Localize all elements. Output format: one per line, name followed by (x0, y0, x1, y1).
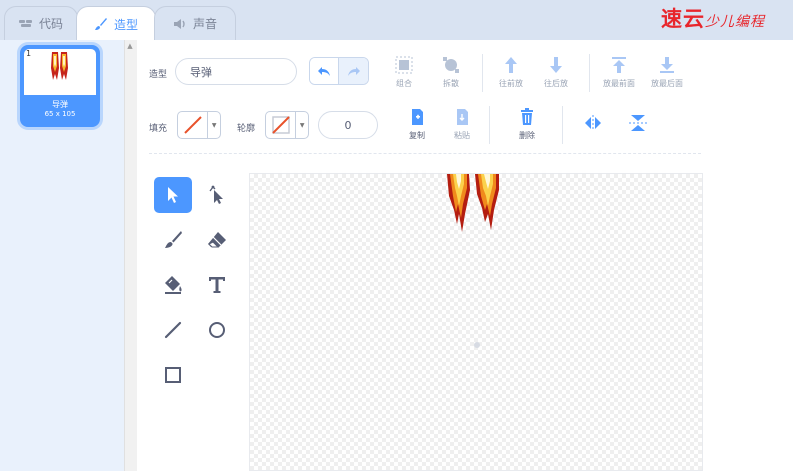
reshape-icon (209, 185, 223, 204)
rectangle-tool-button[interactable] (154, 357, 192, 393)
rectangle-icon (165, 367, 181, 383)
costume-list-scrollbar[interactable] (124, 40, 137, 471)
ungroup-button[interactable]: 拆散 (431, 56, 471, 89)
tab-costume-label: 造型 (113, 17, 138, 32)
backward-icon (550, 57, 562, 73)
outline-color-picker[interactable]: ▼ (265, 111, 309, 139)
line-icon (164, 321, 182, 339)
back-button[interactable]: 放最后面 (645, 56, 689, 89)
toolbar-separator (149, 153, 701, 154)
watermark-logo: 速云少儿编程 (661, 3, 765, 33)
undo-button[interactable] (310, 58, 340, 84)
eraser-icon (208, 232, 226, 248)
paste-label: 粘贴 (454, 131, 470, 140)
costume-item[interactable]: 1 导弹 65 x 105 (20, 45, 100, 127)
watermark-sub: 少儿编程 (705, 14, 765, 30)
backward-label: 往后放 (544, 79, 568, 88)
flip-vertical-icon (629, 115, 647, 131)
brush-tool-button[interactable] (154, 222, 192, 258)
flip-horizontal-button[interactable] (573, 114, 613, 136)
toolbar-divider (489, 106, 490, 144)
fill-swatch (178, 112, 207, 138)
paste-button[interactable]: 粘贴 (442, 108, 482, 141)
brush-icon (94, 17, 108, 31)
select-tool-button[interactable] (154, 177, 192, 213)
redo-icon (347, 67, 360, 76)
fill-tool-button[interactable] (154, 267, 192, 303)
eraser-tool-button[interactable] (198, 222, 236, 258)
front-button[interactable]: 放最前面 (597, 56, 641, 89)
delete-label: 删除 (519, 131, 535, 140)
copy-label: 复制 (409, 131, 425, 140)
tab-code[interactable]: 代码 (4, 6, 78, 40)
copy-icon (412, 109, 423, 125)
group-icon (395, 56, 413, 74)
undo-icon (318, 67, 330, 76)
costume-name-label: 造型 (149, 70, 168, 80)
outline-swatch (266, 112, 295, 138)
forward-label: 往前放 (499, 79, 523, 88)
delete-button[interactable]: 删除 (507, 108, 547, 141)
fill-color-picker[interactable]: ▼ (177, 111, 221, 139)
trash-icon (521, 108, 533, 125)
paste-icon (457, 109, 468, 125)
outline-dropdown-arrow-icon: ▼ (295, 112, 308, 138)
flip-vertical-button[interactable] (618, 114, 658, 136)
backward-button[interactable]: 往后放 (536, 56, 576, 89)
fill-dropdown-arrow-icon: ▼ (207, 112, 220, 138)
front-icon (612, 57, 626, 73)
paint-bucket-icon (165, 276, 182, 294)
brush-icon (165, 231, 182, 248)
text-t-icon (209, 277, 225, 293)
front-label: 放最前面 (603, 79, 635, 88)
costume-list: 1 导弹 65 x 105 (0, 40, 124, 471)
watermark-main: 速云 (661, 6, 705, 31)
toolbar-divider (589, 54, 590, 92)
outline-width-input[interactable]: 0 (318, 111, 378, 139)
tab-sound[interactable]: 声音 (154, 6, 236, 40)
paint-canvas[interactable] (249, 173, 703, 471)
forward-button[interactable]: 往前放 (491, 56, 531, 89)
text-tool-button[interactable] (198, 267, 236, 303)
code-icon (18, 19, 33, 29)
reshape-tool-button[interactable] (198, 177, 236, 213)
scroll-up-arrow-icon[interactable]: ▲ (125, 42, 135, 52)
flip-horizontal-icon (585, 115, 601, 131)
back-icon (660, 57, 674, 73)
costume-number: 1 (26, 49, 32, 58)
forward-icon (505, 57, 517, 73)
arrow-select-icon (168, 187, 178, 203)
toolbar-divider (562, 106, 563, 144)
costume-thumbnail (24, 49, 96, 95)
fill-label: 填充 (149, 124, 168, 134)
missile-sprite[interactable] (445, 174, 509, 238)
group-label: 组合 (396, 79, 412, 88)
costume-item-name: 导弹 (52, 100, 68, 109)
ungroup-icon (443, 57, 459, 73)
canvas-center-marker (474, 342, 480, 348)
copy-button[interactable]: 复制 (397, 108, 437, 141)
ungroup-label: 拆散 (443, 79, 459, 88)
paint-editor: 造型 导弹 组合 拆散 往前放 往后放 放最前面 放最后面 填充 ▼ 轮廓 ▼ … (137, 40, 793, 471)
costume-item-size: 65 x 105 (44, 110, 76, 118)
editor-tab-bar: 代码 造型 声音 速云少儿编程 (0, 0, 793, 41)
line-tool-button[interactable] (154, 312, 192, 348)
group-button[interactable]: 组合 (384, 56, 424, 89)
circle-tool-button[interactable] (198, 312, 236, 348)
tab-costume[interactable]: 造型 (76, 6, 156, 41)
outline-label: 轮廓 (237, 124, 256, 134)
costume-name-input[interactable]: 导弹 (175, 58, 297, 85)
undo-redo-group (309, 57, 369, 85)
toolbar-divider (482, 54, 483, 92)
tab-code-label: 代码 (38, 17, 63, 31)
circle-icon (209, 322, 225, 338)
redo-button[interactable] (339, 58, 368, 84)
back-label: 放最后面 (651, 79, 683, 88)
tab-sound-label: 声音 (192, 17, 217, 31)
speaker-icon (173, 18, 187, 30)
